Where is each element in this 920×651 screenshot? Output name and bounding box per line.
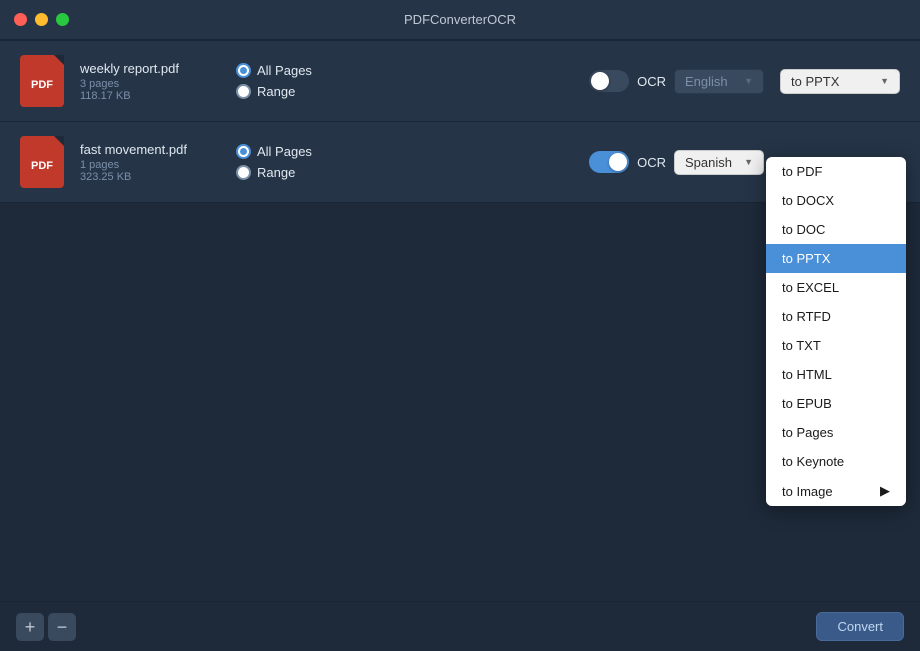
language-value-1: English bbox=[685, 74, 728, 89]
format-item-rtfd[interactable]: to RTFD bbox=[766, 302, 906, 331]
file-name-2: fast movement.pdf bbox=[80, 142, 220, 157]
range-radio-1[interactable] bbox=[236, 84, 251, 99]
language-chevron-2: ▼ bbox=[744, 157, 753, 167]
language-value-2: Spanish bbox=[685, 155, 732, 170]
format-item-doc[interactable]: to DOC bbox=[766, 215, 906, 244]
close-button[interactable] bbox=[14, 13, 27, 26]
all-pages-radio-1[interactable] bbox=[236, 63, 251, 78]
format-value-1: to PPTX bbox=[791, 74, 839, 89]
language-chevron-1: ▼ bbox=[744, 76, 753, 86]
format-item-docx[interactable]: to DOCX bbox=[766, 186, 906, 215]
file-info-2: fast movement.pdf 1 pages 323.25 KB bbox=[80, 142, 220, 183]
file-pages-1: 3 pages bbox=[80, 78, 220, 90]
file-row-1: PDF weekly report.pdf 3 pages 118.17 KB … bbox=[0, 40, 920, 122]
language-dropdown-2[interactable]: Spanish ▼ bbox=[674, 150, 764, 175]
range-radio-2[interactable] bbox=[236, 165, 251, 180]
format-menu: to PDF to DOCX to DOC to PPTX to EXCEL t… bbox=[766, 157, 906, 506]
pdf-icon-2: PDF bbox=[20, 136, 64, 188]
page-selection-1: All Pages Range bbox=[236, 63, 336, 99]
range-label-1: Range bbox=[257, 84, 295, 99]
range-label-2: Range bbox=[257, 165, 295, 180]
range-option-1[interactable]: Range bbox=[236, 84, 336, 99]
ocr-area-1: OCR English ▼ bbox=[589, 69, 764, 94]
file-pages-2: 1 pages bbox=[80, 159, 220, 171]
format-item-excel[interactable]: to EXCEL bbox=[766, 273, 906, 302]
ocr-label-1: OCR bbox=[637, 74, 666, 89]
format-chevron-1: ▼ bbox=[880, 76, 889, 86]
window-controls[interactable] bbox=[14, 13, 69, 26]
all-pages-radio-2[interactable] bbox=[236, 144, 251, 159]
remove-file-button[interactable]: − bbox=[48, 613, 76, 641]
ocr-toggle-1[interactable] bbox=[589, 70, 629, 92]
bottom-bar: + − Convert bbox=[0, 601, 920, 651]
pdf-icon-1: PDF bbox=[20, 55, 64, 107]
convert-button[interactable]: Convert bbox=[816, 612, 904, 641]
format-item-image[interactable]: to Image ▶ bbox=[766, 476, 906, 506]
file-info-1: weekly report.pdf 3 pages 118.17 KB bbox=[80, 61, 220, 102]
pdf-icon-label-2: PDF bbox=[31, 160, 53, 172]
format-dropdown-1[interactable]: to PPTX ▼ bbox=[780, 69, 900, 94]
add-file-button[interactable]: + bbox=[16, 613, 44, 641]
format-item-keynote[interactable]: to Keynote bbox=[766, 447, 906, 476]
ocr-toggle-2[interactable] bbox=[589, 151, 629, 173]
language-dropdown-1[interactable]: English ▼ bbox=[674, 69, 764, 94]
all-pages-option-2[interactable]: All Pages bbox=[236, 144, 336, 159]
pdf-icon-label-1: PDF bbox=[31, 79, 53, 91]
all-pages-label-2: All Pages bbox=[257, 144, 312, 159]
format-item-epub[interactable]: to EPUB bbox=[766, 389, 906, 418]
all-pages-label-1: All Pages bbox=[257, 63, 312, 78]
all-pages-option-1[interactable]: All Pages bbox=[236, 63, 336, 78]
format-item-pages[interactable]: to Pages bbox=[766, 418, 906, 447]
range-option-2[interactable]: Range bbox=[236, 165, 336, 180]
toggle-thumb-1 bbox=[591, 72, 609, 90]
file-size-2: 323.25 KB bbox=[80, 171, 220, 183]
submenu-arrow-icon: ▶ bbox=[880, 483, 890, 499]
file-size-1: 118.17 KB bbox=[80, 90, 220, 102]
format-item-html[interactable]: to HTML bbox=[766, 360, 906, 389]
format-item-pdf[interactable]: to PDF bbox=[766, 157, 906, 186]
toggle-thumb-2 bbox=[609, 153, 627, 171]
page-selection-2: All Pages Range bbox=[236, 144, 336, 180]
minimize-button[interactable] bbox=[35, 13, 48, 26]
file-name-1: weekly report.pdf bbox=[80, 61, 220, 76]
file-controls: + − bbox=[16, 613, 76, 641]
app-title: PDFConverterOCR bbox=[404, 12, 516, 27]
titlebar: PDFConverterOCR bbox=[0, 0, 920, 40]
ocr-area-2: OCR Spanish ▼ bbox=[589, 150, 764, 175]
maximize-button[interactable] bbox=[56, 13, 69, 26]
format-item-pptx[interactable]: to PPTX bbox=[766, 244, 906, 273]
ocr-label-2: OCR bbox=[637, 155, 666, 170]
format-item-txt[interactable]: to TXT bbox=[766, 331, 906, 360]
